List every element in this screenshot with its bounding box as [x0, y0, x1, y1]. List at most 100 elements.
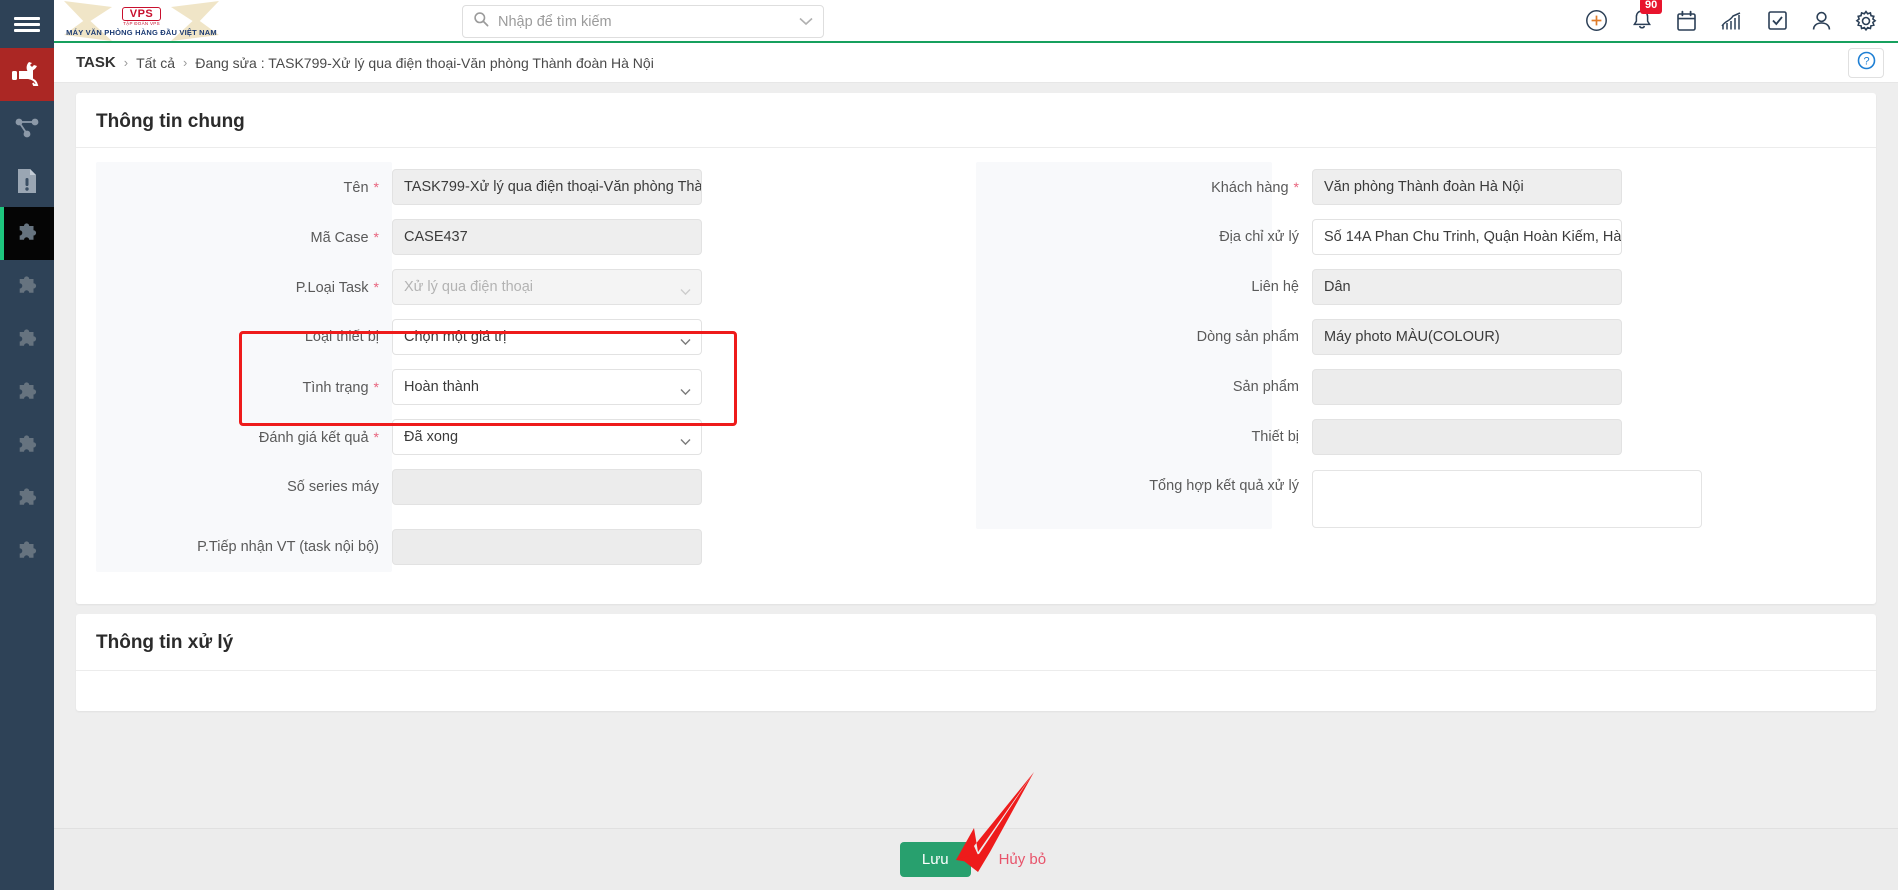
sidebar-item-module-4[interactable] — [0, 366, 54, 419]
required-marker: * — [1293, 178, 1299, 195]
chevron-down-icon[interactable] — [680, 434, 691, 446]
label-so-series-may: Số series máy — [96, 479, 392, 495]
select-tinh-trang[interactable]: Hoàn thành — [392, 369, 702, 405]
general-info-body: Tên * TASK799-Xử lý qua điện thoại-Văn ph… — [76, 148, 1876, 604]
user-icon[interactable] — [1811, 10, 1832, 32]
label-ma-case: Mã Case * — [96, 229, 392, 246]
general-info-card: Thông tin chung Tên * TASK799-Xử lý qua đ… — [76, 93, 1876, 604]
hamburger-bar — [14, 22, 40, 26]
process-info-body — [76, 671, 1876, 711]
label-text: Số series máy — [287, 479, 379, 495]
label-text: Địa chỉ xử lý — [1219, 229, 1299, 245]
sidebar-item-module-2[interactable] — [0, 260, 54, 313]
input-ma-case[interactable]: CASE437 — [392, 219, 702, 255]
breadcrumb-item-task[interactable]: TASK — [76, 54, 116, 71]
chart-icon[interactable] — [1720, 10, 1744, 32]
field-row-khach-hang: Khách hàng * Văn phòng Thành đoàn Hà Nội — [1016, 162, 1856, 212]
left-field-column: Tên * TASK799-Xử lý qua điện thoại-Văn ph… — [96, 162, 976, 582]
add-circle-icon[interactable] — [1585, 9, 1608, 32]
field-row-ptiep-nhan-vt: P.Tiếp nhận VT (task nội bộ) — [96, 512, 936, 582]
hamburger-bar — [14, 16, 40, 20]
input-dong-san-pham[interactable]: Máy photo MÀU(COLOUR) — [1312, 319, 1622, 355]
input-so-series-may[interactable] — [392, 469, 702, 505]
label-text: Sản phẩm — [1232, 379, 1299, 395]
required-marker: * — [373, 178, 379, 195]
logo-sub-line: TẬP ĐOÀN VPS — [123, 21, 160, 26]
help-button[interactable]: ? — [1848, 47, 1884, 78]
textarea-tong-hop-ket-qua[interactable] — [1312, 470, 1702, 528]
gear-icon[interactable] — [1855, 9, 1877, 32]
puzzle-piece-icon — [14, 539, 40, 565]
input-ptiep-nhan-vt[interactable] — [392, 529, 702, 565]
sidebar-item-report[interactable] — [0, 154, 54, 207]
label-ten: Tên * — [96, 179, 392, 196]
sidebar-item-module-3[interactable] — [0, 313, 54, 366]
field-row-loai-thiet-bi: Loại thiết bị Chọn một giá trị — [96, 312, 936, 362]
save-button[interactable]: Lưu — [899, 842, 971, 877]
sidebar-item-service[interactable] — [0, 48, 54, 101]
label-danh-gia-ket-qua: Đánh giá kết quả * — [96, 429, 392, 446]
input-san-pham[interactable] — [1312, 369, 1622, 405]
field-row-danh-gia-ket-qua: Đánh giá kết quả * Đã xong — [96, 412, 936, 462]
breadcrumb-separator: › — [123, 55, 129, 70]
chevron-down-icon — [680, 284, 691, 296]
search-icon — [473, 11, 489, 32]
field-row-tong-hop-ket-qua: Tổng hợp kết quả xử lý — [1016, 462, 1856, 534]
label-loai-thiet-bi: Loại thiết bị — [96, 329, 392, 345]
bell-icon[interactable]: 90 — [1631, 0, 1663, 32]
cancel-button[interactable]: Hủy bỏ — [993, 850, 1053, 869]
select-danh-gia-ket-qua[interactable]: Đã xong — [392, 419, 702, 455]
required-marker: * — [373, 228, 379, 245]
chevron-down-icon[interactable] — [680, 334, 691, 346]
logo-tagline: MÁY VĂN PHÒNG HÀNG ĐẦU VIỆT NAM — [66, 27, 217, 37]
sidebar-item-module-7[interactable] — [0, 525, 54, 578]
input-dia-chi-xu-ly[interactable]: Số 14A Phan Chu Trinh, Quận Hoàn Kiếm, H… — [1312, 219, 1622, 255]
breadcrumb-item-current: Đang sửa : TASK799-Xử lý qua điện thoại-… — [195, 54, 654, 71]
input-thiet-bi[interactable] — [1312, 419, 1622, 455]
notification-count-badge: 90 — [1640, 0, 1663, 14]
document-alert-icon — [16, 168, 38, 194]
company-logo: VPS TẬP ĐOÀN VPS MÁY VĂN PHÒNG HÀNG ĐẦU … — [54, 0, 229, 42]
content-area: Thông tin chung Tên * TASK799-Xử lý qua đ… — [54, 83, 1898, 828]
right-field-column: Khách hàng * Văn phòng Thành đoàn Hà Nội … — [976, 162, 1856, 582]
input-khach-hang[interactable]: Văn phòng Thành đoàn Hà Nội — [1312, 169, 1622, 205]
puzzle-piece-icon — [14, 486, 40, 512]
process-info-title: Thông tin xử lý — [76, 614, 1876, 671]
share-network-icon — [14, 115, 40, 141]
sidebar-item-module-5[interactable] — [0, 419, 54, 472]
top-bar: VPS TẬP ĐOÀN VPS MÁY VĂN PHÒNG HÀNG ĐẦU … — [54, 0, 1898, 43]
label-dia-chi-xu-ly: Địa chỉ xử lý — [1016, 229, 1312, 245]
puzzle-piece-icon — [14, 274, 40, 300]
label-text: Liên hệ — [1251, 279, 1299, 295]
sidebar-item-network[interactable] — [0, 101, 54, 154]
breadcrumb-item-all[interactable]: Tất cả — [136, 55, 175, 71]
label-lien-he: Liên hệ — [1016, 279, 1312, 295]
chevron-down-icon[interactable] — [799, 13, 813, 31]
required-marker: * — [373, 278, 379, 295]
checkbox-icon[interactable] — [1767, 10, 1788, 31]
label-text: P.Tiếp nhận VT (task nội bộ) — [197, 539, 379, 555]
sidebar-item-module-1[interactable] — [0, 207, 54, 260]
label-ploai-task: P.Loại Task * — [96, 279, 392, 296]
field-row-ma-case: Mã Case * CASE437 — [96, 212, 936, 262]
label-text: Tổng hợp kết quả xử lý — [1149, 478, 1299, 494]
label-tong-hop-ket-qua: Tổng hợp kết quả xử lý — [1016, 470, 1312, 494]
input-ten[interactable]: TASK799-Xử lý qua điện thoại-Văn phòng T… — [392, 169, 702, 205]
calendar-icon[interactable] — [1676, 10, 1697, 32]
field-row-thiet-bi: Thiết bị — [1016, 412, 1856, 462]
hamburger-menu-button[interactable] — [0, 0, 54, 48]
sidebar-item-module-6[interactable] — [0, 472, 54, 525]
field-row-tinh-trang: Tình trạng * Hoàn thành — [96, 362, 936, 412]
puzzle-piece-icon — [14, 327, 40, 353]
form-footer: Lưu Hủy bỏ — [54, 828, 1898, 890]
label-dong-san-pham: Dòng sản phẩm — [1016, 329, 1312, 345]
label-text: Tình trạng — [302, 379, 369, 396]
left-sidebar — [0, 0, 54, 890]
chevron-down-icon[interactable] — [680, 384, 691, 396]
select-value: Chọn một giá trị — [404, 329, 507, 345]
select-loai-thiet-bi[interactable]: Chọn một giá trị — [392, 319, 702, 355]
input-lien-he[interactable]: Dân — [1312, 269, 1622, 305]
top-bar-icons: 90 — [1585, 0, 1898, 42]
label-text: Khách hàng — [1211, 179, 1289, 196]
search-input[interactable]: Nhập để tìm kiếm — [462, 5, 824, 38]
